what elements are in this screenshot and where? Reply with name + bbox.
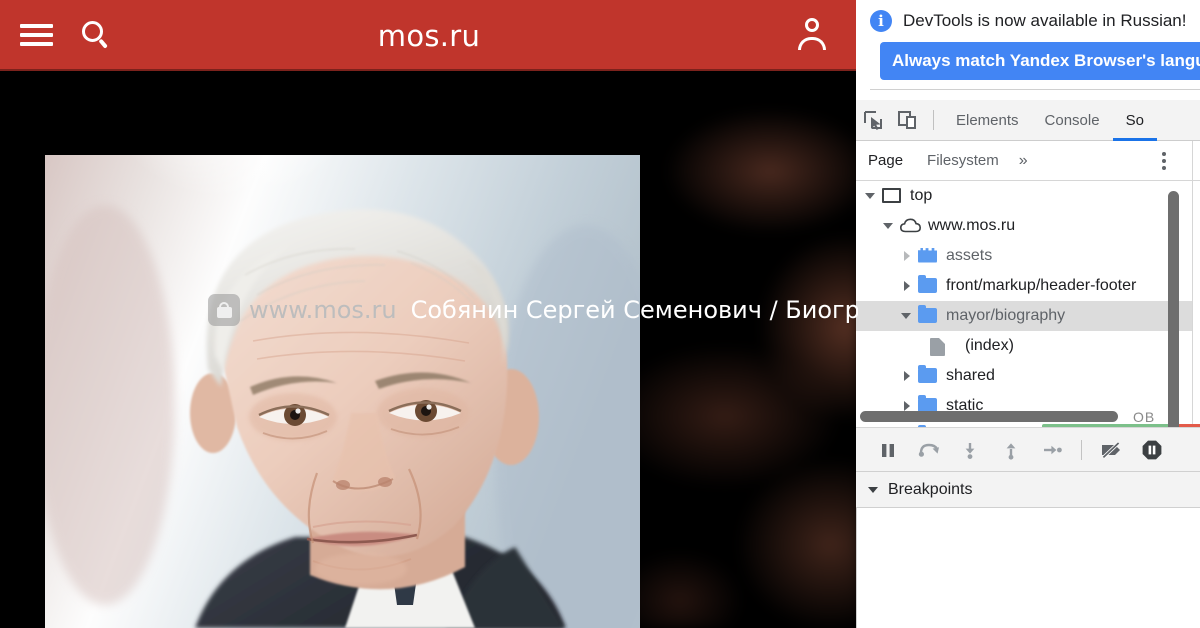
chevron-down-icon[interactable] (883, 220, 896, 233)
step-out-icon[interactable] (992, 428, 1030, 472)
chevron-double-right-icon[interactable]: » (1011, 152, 1036, 170)
devtools-panel: i DevTools is now available in Russian! … (856, 0, 1200, 628)
folder-icon (918, 304, 939, 325)
portrait-photo (45, 155, 640, 628)
subtab-filesystem[interactable]: Filesystem (915, 152, 1011, 169)
chevron-down-icon[interactable] (865, 190, 878, 203)
banner-message: DevTools is now available in Russian! (903, 11, 1187, 30)
banner-divider (870, 89, 1200, 90)
file-icon (928, 337, 949, 356)
tree-label: mayor/biography (946, 307, 1066, 324)
navigator-subtoolbar: Page Filesystem » (856, 141, 1200, 181)
background-panel-text-fragment: OB (1133, 409, 1156, 425)
always-match-language-button[interactable]: Always match Yandex Browser's language (880, 42, 1200, 80)
tree-row-mayor-biography[interactable]: mayor/biography (856, 301, 1200, 331)
site-header: mos.ru (0, 0, 858, 71)
tab-console[interactable]: Console (1032, 100, 1113, 141)
frame-icon (882, 187, 903, 205)
subtoolbar-right-gutter (1192, 141, 1200, 180)
horizontal-scrollbar[interactable] (860, 411, 1118, 422)
caption-domain: www.mos.ru (249, 296, 397, 324)
page-stage: www.mos.ru Собянин Сергей Семенович / Би… (0, 71, 858, 628)
site-title: mos.ru (377, 18, 481, 53)
step-over-icon[interactable] (910, 428, 948, 472)
devtools-main-toolbar: Elements Console So (856, 100, 1200, 141)
cloud-icon (900, 217, 921, 235)
folder-icon (918, 274, 939, 295)
tree-row-assets[interactable]: assets (856, 241, 1200, 271)
deactivate-breakpoints-icon[interactable] (1092, 428, 1130, 472)
tree-label: shared (946, 367, 995, 384)
step-icon[interactable] (1033, 428, 1071, 472)
step-into-icon[interactable] (951, 428, 989, 472)
chevron-right-icon[interactable] (901, 250, 914, 263)
inspect-element-icon[interactable] (856, 100, 890, 141)
breakpoints-label: Breakpoints (888, 480, 973, 498)
tab-sources[interactable]: So (1112, 100, 1158, 141)
device-toolbar-icon[interactable] (890, 100, 924, 141)
screenshot-root: mos.ru www.mos.ru Собянин Сергей Семенов… (0, 0, 1200, 628)
chevron-down-icon[interactable] (901, 310, 914, 323)
toolbar-divider (933, 110, 934, 130)
breakpoints-section-header[interactable]: Breakpoints (856, 472, 1200, 508)
tree-row-www-mos-ru[interactable]: www.mos.ru (856, 211, 1200, 241)
lock-icon (208, 294, 240, 326)
tree-label: www.mos.ru (928, 217, 1016, 234)
tree-row-top[interactable]: top (856, 181, 1200, 211)
tree-label: front/markup/header-footer (946, 277, 1137, 294)
pause-script-execution-icon[interactable] (869, 428, 907, 472)
folder-icon (918, 364, 939, 385)
tree-row-front-markup-header-footer[interactable]: front/markup/header-footer (856, 271, 1200, 301)
caption-title: Собянин Сергей Семенович / Биограф (410, 296, 858, 324)
tree-label: assets (946, 247, 993, 264)
vertical-scrollbar[interactable] (1168, 191, 1179, 427)
tree-row-index[interactable]: (index) (856, 331, 1200, 361)
devtools-language-banner: i DevTools is now available in Russian! … (856, 0, 1200, 100)
tree-row-shared[interactable]: shared (856, 361, 1200, 391)
photo-caption-overlay: www.mos.ru Собянин Сергей Семенович / Би… (208, 293, 858, 327)
navigator-file-tree[interactable]: top www.mos.ru assets front/markup/heade… (856, 181, 1200, 428)
info-icon: i (870, 10, 892, 32)
subtab-page[interactable]: Page (856, 152, 915, 169)
tab-elements[interactable]: Elements (943, 100, 1032, 141)
folder-partial-icon (918, 247, 939, 265)
chevron-right-icon[interactable] (901, 370, 914, 383)
chevron-right-icon[interactable] (901, 280, 914, 293)
web-page-mos-ru: mos.ru www.mos.ru Собянин Сергей Семенов… (0, 0, 858, 628)
tree-label: top (910, 187, 933, 204)
tree-label: (index) (965, 337, 1014, 354)
user-account-icon[interactable] (798, 18, 826, 52)
debugger-controls-toolbar (856, 428, 1200, 472)
chevron-down-icon[interactable] (868, 484, 880, 496)
debugger-divider (1081, 439, 1082, 460)
pause-on-exceptions-icon[interactable] (1133, 428, 1171, 472)
tree-right-gutter (1192, 181, 1200, 427)
more-options-kebab-icon[interactable] (1154, 150, 1174, 172)
